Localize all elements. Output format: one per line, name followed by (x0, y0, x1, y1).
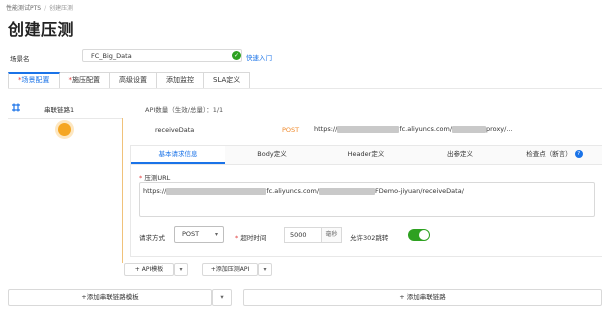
breadcrumb-separator: / (44, 5, 47, 12)
tab-add-monitoring[interactable]: 添加监控 (157, 72, 204, 89)
url-label: * 压测URL (139, 174, 171, 182)
redacted-block (166, 187, 267, 195)
quick-start-link[interactable]: 快速入门 (246, 52, 272, 62)
api-count: API数量（生效/总量）：1/1 (145, 106, 224, 114)
page-title: 创建压测 (8, 20, 75, 39)
redacted-block (319, 187, 376, 195)
scene-name-label: 场景名 (10, 55, 30, 63)
add-api-dropdown[interactable]: ▾ (258, 263, 272, 276)
subtab-basic-request[interactable]: 基本请求信息 (131, 146, 225, 164)
add-api-button[interactable]: +添加压测API (202, 263, 258, 276)
api-url: https://fc.aliyuncs.com/proxy/... (314, 125, 513, 133)
tab-scene-config[interactable]: *场景配置 (8, 72, 60, 89)
help-icon[interactable]: ? (574, 150, 583, 158)
api-method: POST (282, 126, 300, 134)
url-value: https://fc.aliyuncs.com/FDemo-jiyuan/rec… (143, 187, 464, 195)
subtab-assertion[interactable]: 检查点（断言）? (507, 146, 602, 164)
method-select[interactable]: POST ▾ (174, 226, 224, 243)
api-name: receiveData (155, 126, 195, 134)
timeout-input[interactable]: 5000 (284, 227, 322, 243)
api-template-dropdown[interactable]: ▾ (174, 263, 188, 276)
add-chain-template-dropdown[interactable]: ▾ (212, 289, 232, 306)
add-chain-template-button[interactable]: +添加串联链路模板 (8, 289, 212, 306)
toggle-knob (419, 230, 429, 240)
breadcrumb-root[interactable]: 性能测试PTS (6, 5, 41, 12)
subtab-body[interactable]: Body定义 (225, 146, 319, 164)
subtab-header[interactable]: Header定义 (319, 146, 413, 164)
chain-node-panel (8, 118, 122, 271)
subtab-output[interactable]: 出参定义 (413, 146, 507, 164)
method-label: 请求方式 (139, 234, 165, 242)
api-template-button[interactable]: + API模板 (124, 263, 174, 276)
timeout-label: * 超时时间 (235, 234, 267, 242)
add-chain-button[interactable]: + 添加串联链路 (243, 289, 602, 306)
tabs-divider (8, 88, 602, 89)
tab-advanced-settings[interactable]: 高级设置 (110, 72, 157, 89)
chain-name[interactable]: 串联链路1 (44, 104, 74, 114)
chevron-down-icon: ▾ (214, 231, 218, 238)
check-circle-icon: ✓ (232, 51, 241, 60)
config-tabs: *场景配置 *施压配置 高级设置 添加监控 SLA定义 (8, 72, 251, 89)
link-chain-icon (11, 103, 21, 112)
timeout-unit: 毫秒 (322, 227, 342, 243)
breadcrumb-current: 创建压测 (49, 5, 74, 12)
scene-name-input[interactable]: FC_Big_Data (82, 49, 242, 62)
redirect-toggle[interactable] (408, 229, 430, 241)
api-subtabs: 基本请求信息 Body定义 Header定义 出参定义 检查点（断言）? (131, 146, 602, 165)
tab-pressure-config[interactable]: *施压配置 (59, 72, 110, 89)
redirect-label: 允许302跳转 (350, 234, 389, 242)
breadcrumb: 性能测试PTS / 创建压测 (6, 3, 73, 12)
redacted-block (337, 125, 400, 133)
redacted-block (452, 125, 487, 133)
tab-sla-definition[interactable]: SLA定义 (204, 72, 251, 89)
chain-node-dot[interactable] (58, 123, 71, 136)
